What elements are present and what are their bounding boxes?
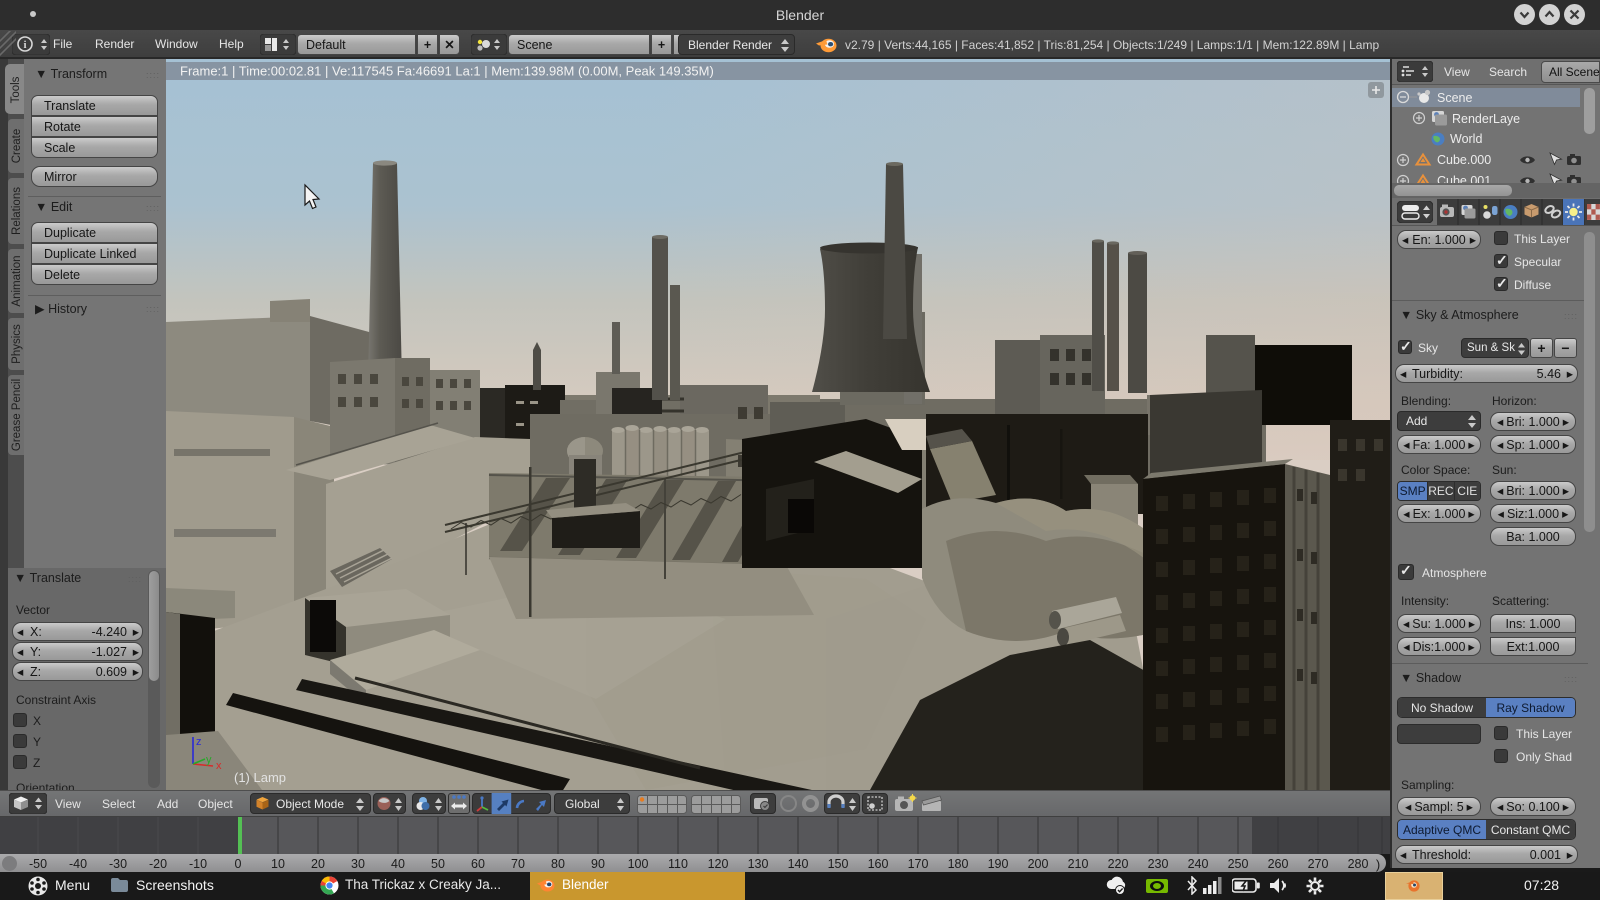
svg-text:RenderLaye: RenderLaye xyxy=(1452,112,1520,126)
svg-text:): ) xyxy=(1376,857,1380,872)
svg-text:Physics: Physics xyxy=(11,324,23,364)
svg-text:-10: -10 xyxy=(189,857,207,871)
svg-text:160: 160 xyxy=(868,857,889,871)
svg-text:90: 90 xyxy=(591,857,605,871)
svg-text:Tools: Tools xyxy=(10,76,22,103)
svg-text:0: 0 xyxy=(235,857,242,871)
svg-text:260: 260 xyxy=(1268,857,1289,871)
svg-text:x: x xyxy=(216,760,222,772)
svg-text:240: 240 xyxy=(1188,857,1209,871)
svg-text:190: 190 xyxy=(988,857,1009,871)
svg-text:70: 70 xyxy=(511,857,525,871)
svg-text:20: 20 xyxy=(311,857,325,871)
svg-text:180: 180 xyxy=(948,857,969,871)
svg-text:World: World xyxy=(1450,132,1482,146)
svg-text:170: 170 xyxy=(908,857,929,871)
svg-text:100: 100 xyxy=(628,857,649,871)
svg-text:-20: -20 xyxy=(149,857,167,871)
svg-text:140: 140 xyxy=(788,857,809,871)
svg-text:Scene: Scene xyxy=(1437,91,1472,105)
svg-text:y: y xyxy=(206,754,212,766)
svg-text:50: 50 xyxy=(431,857,445,871)
svg-text:200: 200 xyxy=(1028,857,1049,871)
svg-text:130: 130 xyxy=(748,857,769,871)
svg-text:Create: Create xyxy=(11,129,23,164)
svg-text:230: 230 xyxy=(1148,857,1169,871)
svg-text:Relations: Relations xyxy=(11,187,23,235)
svg-text:-50: -50 xyxy=(29,857,47,871)
svg-text:270: 270 xyxy=(1308,857,1329,871)
svg-text:60: 60 xyxy=(471,857,485,871)
svg-text:Grease Pencil: Grease Pencil xyxy=(11,379,23,451)
svg-text:150: 150 xyxy=(828,857,849,871)
svg-text:220: 220 xyxy=(1108,857,1129,871)
svg-text:-30: -30 xyxy=(109,857,127,871)
svg-text:10: 10 xyxy=(271,857,285,871)
svg-text:280: 280 xyxy=(1348,857,1369,871)
svg-text:250: 250 xyxy=(1228,857,1249,871)
svg-text:120: 120 xyxy=(708,857,729,871)
svg-text:80: 80 xyxy=(551,857,565,871)
svg-text:-40: -40 xyxy=(69,857,87,871)
svg-text:30: 30 xyxy=(351,857,365,871)
svg-text:40: 40 xyxy=(391,857,405,871)
svg-text:Frame:1 | Time:00:02.81 | Ve:1: Frame:1 | Time:00:02.81 | Ve:117545 Fa:4… xyxy=(180,64,714,79)
svg-text:z: z xyxy=(196,736,202,748)
svg-text:Animation: Animation xyxy=(11,255,23,306)
svg-text:i: i xyxy=(23,39,26,51)
svg-text:110: 110 xyxy=(668,857,688,871)
svg-text:Cube.000: Cube.000 xyxy=(1437,153,1491,167)
svg-text:(1) Lamp: (1) Lamp xyxy=(234,770,286,785)
svg-text:210: 210 xyxy=(1068,857,1089,871)
